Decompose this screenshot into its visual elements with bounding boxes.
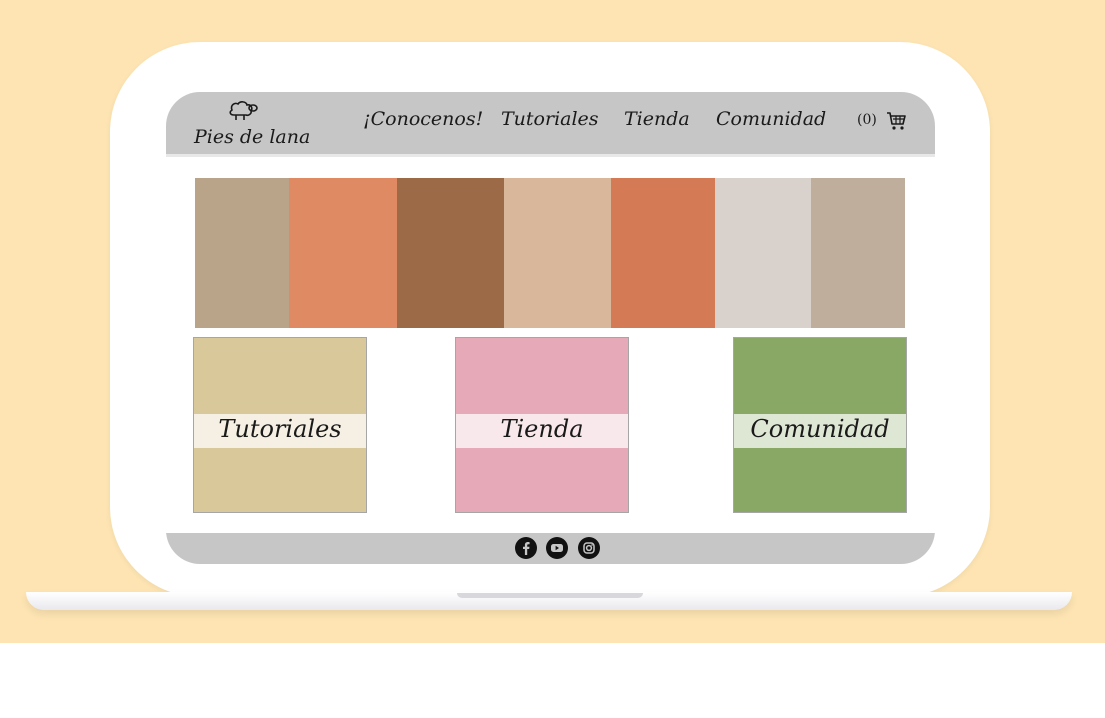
website-screen: Pies de lana ¡Conocenos! Tutoriales Tien… — [166, 92, 935, 564]
banner-image — [811, 178, 905, 328]
card-label: Tienda — [500, 415, 584, 443]
nav-item-tutoriales[interactable]: Tutoriales — [501, 108, 599, 130]
banner-image — [715, 178, 811, 328]
card-tutoriales[interactable]: Tutoriales — [193, 337, 367, 513]
hero-banner — [195, 178, 905, 328]
nav-item-tienda[interactable]: Tienda — [624, 108, 690, 130]
youtube-icon[interactable] — [546, 537, 568, 559]
logo-text: Pies de lana — [194, 126, 311, 148]
laptop-notch — [457, 593, 643, 598]
site-header: Pies de lana ¡Conocenos! Tutoriales Tien… — [166, 92, 935, 157]
site-logo[interactable]: Pies de lana — [188, 100, 310, 148]
card-label: Tutoriales — [218, 415, 342, 443]
card-tienda[interactable]: Tienda — [455, 337, 629, 513]
banner-image — [195, 178, 289, 328]
banner-image — [504, 178, 611, 328]
cart-count: (0) — [857, 112, 877, 128]
banner-image — [397, 178, 504, 328]
instagram-icon[interactable] — [578, 537, 600, 559]
card-comunidad[interactable]: Comunidad — [733, 337, 907, 513]
site-footer — [166, 533, 935, 564]
nav-item-comunidad[interactable]: Comunidad — [716, 108, 826, 130]
sheep-icon — [229, 101, 258, 120]
card-label: Comunidad — [750, 415, 890, 443]
banner-image — [289, 178, 397, 328]
shopping-cart-icon — [887, 112, 906, 130]
banner-image — [611, 178, 715, 328]
nav-item-conocenos[interactable]: ¡Conocenos! — [363, 108, 483, 130]
facebook-icon[interactable] — [515, 537, 537, 559]
